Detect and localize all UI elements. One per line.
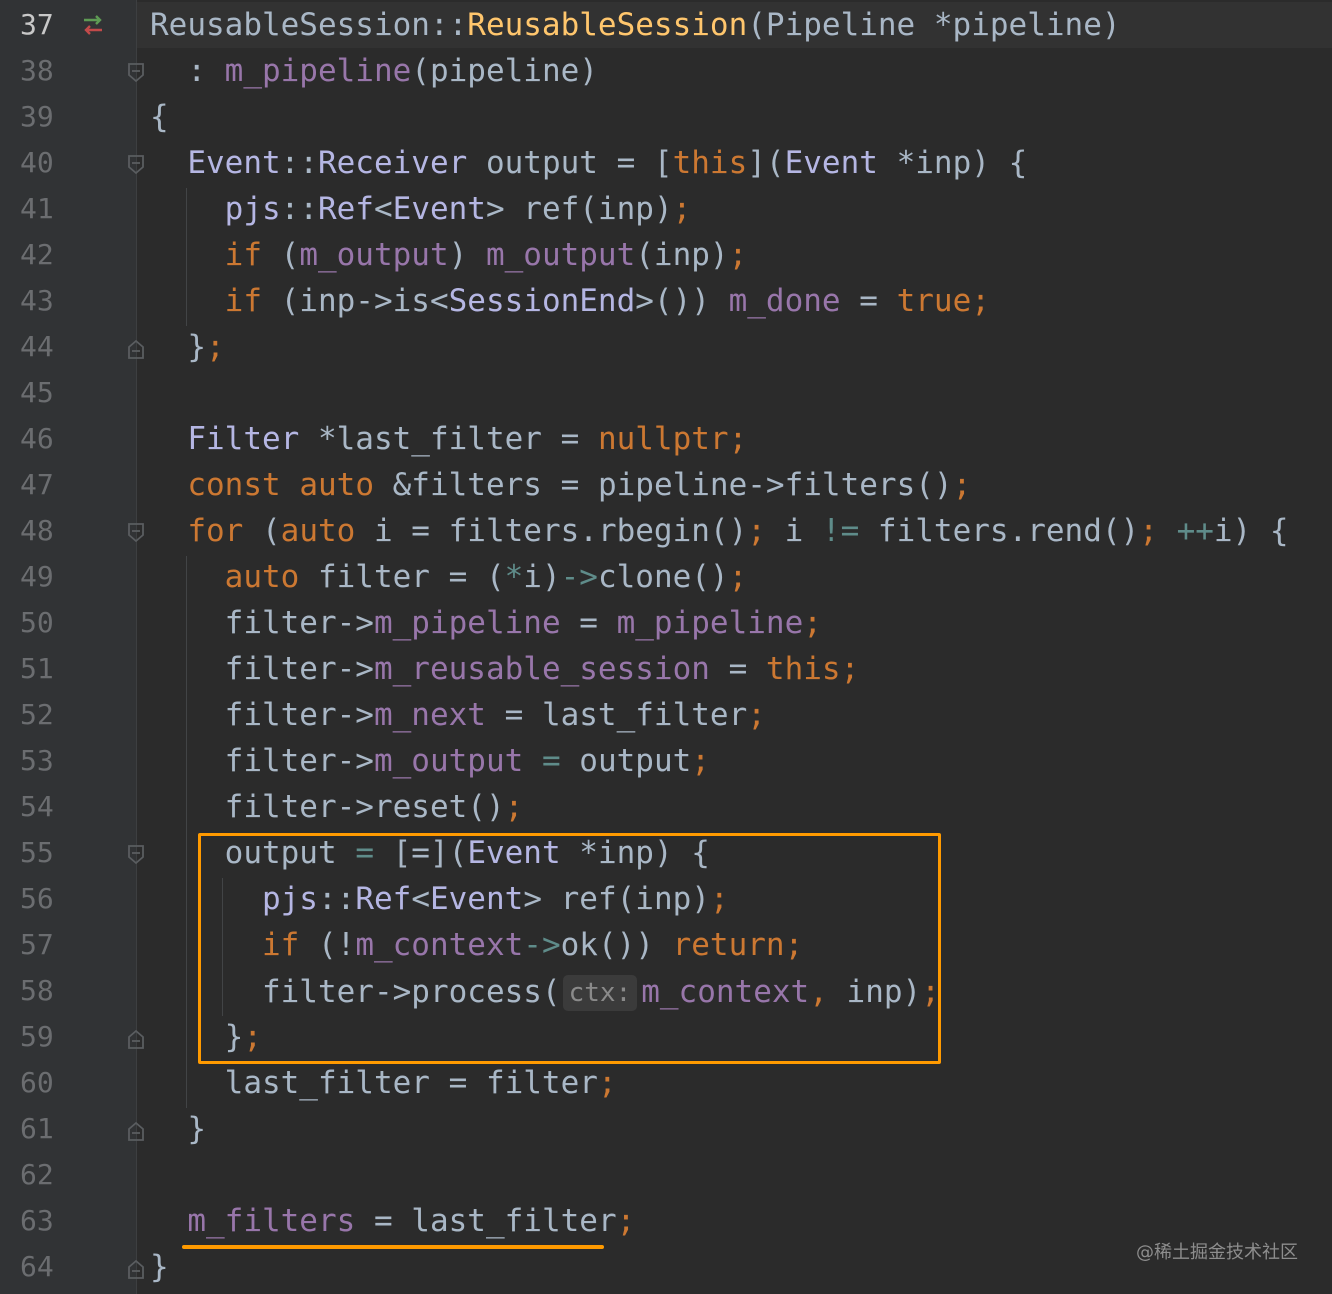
line-number: 51: [20, 652, 54, 685]
code-text: if (m_output) m_output(inp);: [224, 237, 748, 273]
fold-marker-icon[interactable]: [127, 338, 145, 360]
code-text: : m_pipeline(pipeline): [150, 53, 598, 89]
line-number: 58: [20, 974, 54, 1007]
code-line[interactable]: 52 filter->m_next = last_filter;: [0, 692, 1332, 738]
code-line[interactable]: 48 for (auto i = filters.rbegin(); i != …: [0, 508, 1332, 554]
code-text: for (auto i = filters.rbegin(); i != fil…: [187, 513, 1289, 549]
code-line[interactable]: 38 : m_pipeline(pipeline): [0, 48, 1332, 94]
code-line[interactable]: 39 {: [0, 94, 1332, 140]
fold-marker-icon[interactable]: [127, 62, 145, 84]
line-number: 49: [20, 560, 54, 593]
code-text: if (inp->is<SessionEnd>()) m_done = true…: [224, 283, 990, 319]
code-line[interactable]: 54 filter->reset();: [0, 784, 1332, 830]
line-number: 47: [20, 468, 54, 501]
code-text: filter->m_reusable_session = this;: [150, 651, 860, 687]
code-text: m_filters = last_filter;: [187, 1203, 636, 1239]
line-number: 50: [20, 606, 54, 639]
code-line[interactable]: 41 pjs::Ref<Event> ref(inp);: [0, 186, 1332, 232]
code-text: filter->m_next = last_filter;: [150, 697, 766, 733]
line-number: 59: [20, 1020, 54, 1053]
code-text: };: [150, 329, 225, 365]
code-line[interactable]: 47 const auto &filters = pipeline->filte…: [0, 462, 1332, 508]
code-text: {: [150, 99, 169, 135]
highlight-box: [198, 833, 941, 1064]
fold-marker-icon[interactable]: [127, 1258, 145, 1280]
code-text: Filter *last_filter = nullptr;: [187, 421, 748, 457]
line-number: 60: [20, 1066, 54, 1099]
line-number: 38: [20, 54, 54, 87]
code-line[interactable]: 61 }: [0, 1106, 1332, 1152]
vcs-change-arrows-icon[interactable]: [80, 14, 106, 36]
line-number: 64: [20, 1250, 54, 1283]
code-line[interactable]: 62: [0, 1152, 1332, 1198]
line-number: 42: [20, 238, 54, 271]
code-line[interactable]: 53 filter->m_output = output;: [0, 738, 1332, 784]
code-line[interactable]: 46 Filter *last_filter = nullptr;: [0, 416, 1332, 462]
line-number: 44: [20, 330, 54, 363]
fold-marker-icon[interactable]: [127, 1120, 145, 1142]
fold-marker-icon[interactable]: [127, 154, 145, 176]
code-line[interactable]: 51 filter->m_reusable_session = this;: [0, 646, 1332, 692]
code-text: filter->reset();: [150, 789, 524, 825]
code-text: filter->m_output = output;: [150, 743, 710, 779]
line-number: 63: [20, 1204, 54, 1237]
code-line[interactable]: 64 }: [0, 1244, 1332, 1290]
line-number: 53: [20, 744, 54, 777]
line-number: 41: [20, 192, 54, 225]
line-number: 43: [20, 284, 54, 317]
line-number: 62: [20, 1158, 54, 1191]
code-line[interactable]: 45: [0, 370, 1332, 416]
line-number: 55: [20, 836, 54, 869]
code-text: const auto &filters = pipeline->filters(…: [187, 467, 972, 503]
line-number: 39: [20, 100, 54, 133]
code-text: Event::Receiver output = [this](Event *i…: [187, 145, 1028, 181]
fold-marker-icon[interactable]: [127, 844, 145, 866]
code-line[interactable]: 60 last_filter = filter;: [0, 1060, 1332, 1106]
highlight-underline: [182, 1245, 604, 1249]
line-number: 40: [20, 146, 54, 179]
line-number: 45: [20, 376, 54, 409]
line-number: 54: [20, 790, 54, 823]
code-line[interactable]: 40 Event::Receiver output = [this](Event…: [0, 140, 1332, 186]
code-line[interactable]: 49 auto filter = (*i)->clone();: [0, 554, 1332, 600]
code-text: }: [150, 1111, 206, 1147]
code-line[interactable]: 37 ReusableSession::ReusableSession(Pipe…: [0, 2, 1332, 48]
code-text: ReusableSession::ReusableSession(Pipelin…: [150, 7, 1121, 43]
code-line[interactable]: 63 m_filters = last_filter;: [0, 1198, 1332, 1244]
line-number: 37: [20, 8, 54, 41]
code-line[interactable]: 43 if (inp->is<SessionEnd>()) m_done = t…: [0, 278, 1332, 324]
code-line[interactable]: 44 };: [0, 324, 1332, 370]
code-editor[interactable]: 37 ReusableSession::ReusableSession(Pipe…: [0, 0, 1332, 1294]
line-number: 61: [20, 1112, 54, 1145]
code-text: last_filter = filter;: [150, 1065, 617, 1101]
code-line[interactable]: 42 if (m_output) m_output(inp);: [0, 232, 1332, 278]
code-text: auto filter = (*i)->clone();: [224, 559, 748, 595]
watermark: @稀土掘金技术社区: [1136, 1242, 1298, 1263]
line-number: 52: [20, 698, 54, 731]
line-number: 56: [20, 882, 54, 915]
code-text: pjs::Ref<Event> ref(inp);: [224, 191, 692, 227]
line-number: 57: [20, 928, 54, 961]
line-number: 46: [20, 422, 54, 455]
fold-marker-icon[interactable]: [127, 522, 145, 544]
code-line[interactable]: 50 filter->m_pipeline = m_pipeline;: [0, 600, 1332, 646]
code-text: filter->m_pipeline = m_pipeline;: [150, 605, 822, 641]
code-text: }: [150, 1249, 169, 1285]
fold-marker-icon[interactable]: [127, 1028, 145, 1050]
line-number: 48: [20, 514, 54, 547]
